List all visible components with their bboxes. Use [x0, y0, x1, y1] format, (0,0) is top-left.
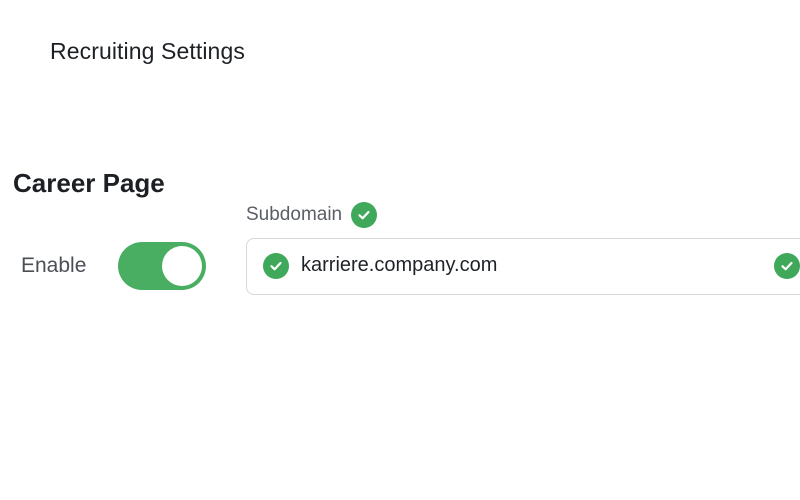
check-circle-icon [351, 202, 378, 228]
check-circle-icon [774, 253, 800, 279]
career-page-section-title: Career Page [13, 168, 165, 198]
enable-career-page-toggle[interactable] [118, 242, 206, 290]
enable-label: Enable [21, 254, 87, 277]
subdomain-input[interactable]: karriere.company.com [246, 238, 800, 295]
subdomain-label: Subdomain [246, 204, 343, 225]
subdomain-label-row: Subdomain [246, 202, 378, 228]
page-title: Recruiting Settings [50, 38, 245, 64]
recruiting-settings-page: Recruiting Settings Career Page Enable S… [0, 0, 800, 500]
toggle-knob [162, 246, 202, 286]
check-circle-icon [263, 253, 289, 279]
subdomain-input-value: karriere.company.com [301, 254, 498, 276]
